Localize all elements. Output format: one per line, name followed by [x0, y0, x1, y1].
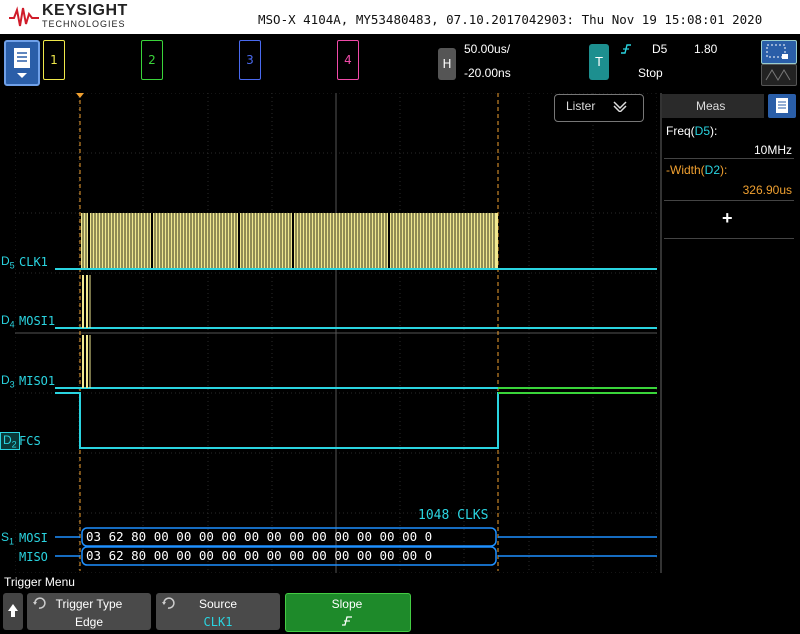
- serial-miso-label: MISO: [19, 550, 48, 564]
- d5-prefix: D: [1, 254, 10, 268]
- slope-value: [285, 615, 409, 630]
- channel-1-label: 1: [50, 53, 58, 67]
- d4-sub: 4: [9, 319, 15, 330]
- channel-2-button[interactable]: 2: [141, 40, 163, 80]
- trigger-button[interactable]: T: [589, 44, 609, 80]
- d2-prefix: D: [3, 433, 12, 447]
- d5-tag: D5: [1, 254, 15, 270]
- rising-edge-icon: [342, 616, 352, 626]
- lister-label: Lister: [566, 99, 596, 113]
- menu-up-button[interactable]: [3, 593, 23, 630]
- list-icon: [776, 98, 788, 113]
- d3-tag: D3: [1, 373, 15, 389]
- rising-edge-icon: [621, 44, 631, 54]
- zoom-button[interactable]: [761, 40, 797, 64]
- menu-icon: [14, 48, 30, 78]
- mosi1-label: MOSI1: [19, 314, 56, 328]
- d4-tag: D4: [1, 313, 15, 329]
- trigger-type-value: Edge: [74, 615, 104, 629]
- chevron-down-icon: [613, 101, 627, 112]
- meas-width-suffix: ):: [720, 163, 728, 177]
- meas-divider: [664, 200, 794, 201]
- meas-freq-name[interactable]: Freq(D5):: [666, 124, 717, 138]
- brand-name: KEYSIGHT: [42, 2, 128, 19]
- s1-sub: 1: [9, 536, 15, 547]
- meas-width-name[interactable]: -Width(D2):: [666, 163, 727, 177]
- clk-count: 1048 CLKS: [418, 508, 489, 523]
- channel-3-button[interactable]: 3: [239, 40, 261, 80]
- brand-subtitle: TECHNOLOGIES: [42, 19, 126, 29]
- d3-prefix: D: [1, 373, 10, 387]
- timebase-value: 50.00us/: [464, 42, 511, 56]
- waveform-display[interactable]: [15, 93, 657, 573]
- d3-sub: 3: [9, 379, 15, 390]
- delay-value: -20.00ns: [464, 66, 511, 80]
- menu-title: Trigger Menu: [4, 575, 75, 589]
- serial-mosi-label: MOSI: [19, 531, 48, 545]
- mosi-bytes: 03 62 80 00 00 00 00 00 00 00 00 00 00 0…: [86, 529, 433, 544]
- channel-3-label: 3: [246, 53, 254, 67]
- clk1-burst: [81, 213, 498, 269]
- channel-4-label: 4: [344, 53, 352, 67]
- keysight-logo-icon: [9, 6, 39, 27]
- control-bar: [0, 34, 800, 92]
- d4-prefix: D: [1, 313, 10, 327]
- fcs-label: FCS: [19, 434, 41, 448]
- main-menu-button[interactable]: [4, 40, 40, 86]
- trigger-type-label: Trigger Type: [55, 597, 123, 611]
- up-arrow-icon: [8, 604, 18, 617]
- zoom-icon: [766, 44, 788, 59]
- meas-freq-suffix: ):: [710, 124, 718, 138]
- s1-tag: S1: [1, 530, 14, 546]
- s1-prefix: S: [1, 530, 10, 544]
- run-status: Stop: [638, 66, 663, 80]
- trigger-source: D5: [652, 42, 668, 56]
- meas-divider: [664, 238, 794, 239]
- d5-sub: 5: [9, 260, 15, 271]
- d2-tag[interactable]: D2: [0, 432, 20, 451]
- channel-1-button[interactable]: 1: [43, 40, 65, 80]
- waveform-view-button[interactable]: [761, 64, 797, 86]
- channel-4-button[interactable]: 4: [337, 40, 359, 80]
- meas-width-source: D2: [704, 163, 721, 177]
- graticule: [15, 93, 657, 573]
- miso-bytes: 03 62 80 00 00 00 00 00 00 00 00 00 00 0…: [86, 548, 433, 563]
- clk1-label: CLK1: [19, 255, 48, 269]
- meas-freq-value: 10MHz: [753, 143, 792, 157]
- miso1-label: MISO1: [19, 374, 56, 388]
- source-value: CLK1: [203, 615, 233, 629]
- meas-width-value: 326.90us: [742, 183, 792, 197]
- fcs-trace: [55, 392, 657, 449]
- meas-divider: [664, 158, 794, 159]
- channel-2-label: 2: [148, 53, 156, 67]
- add-measurement-button[interactable]: +: [722, 208, 733, 229]
- mosi1-pulses: [82, 275, 91, 328]
- trigger-level: 1.80: [694, 42, 718, 56]
- meas-width-prefix: -Width(: [666, 163, 705, 177]
- d2-sub: 2: [11, 439, 17, 450]
- meas-menu-button[interactable]: [768, 94, 796, 118]
- wave-icon: [765, 69, 791, 81]
- meas-freq-source: D5: [694, 124, 711, 138]
- slope-label: Slope: [331, 597, 363, 611]
- model-info: MSO-X 4104A, MY53480483, 07.10.201704290…: [258, 12, 763, 27]
- meas-freq-prefix: Freq(: [666, 124, 695, 138]
- horizontal-button[interactable]: H: [438, 48, 456, 80]
- source-label: Source: [198, 597, 238, 611]
- meas-title: Meas: [696, 99, 726, 113]
- miso1-pulses: [82, 335, 91, 388]
